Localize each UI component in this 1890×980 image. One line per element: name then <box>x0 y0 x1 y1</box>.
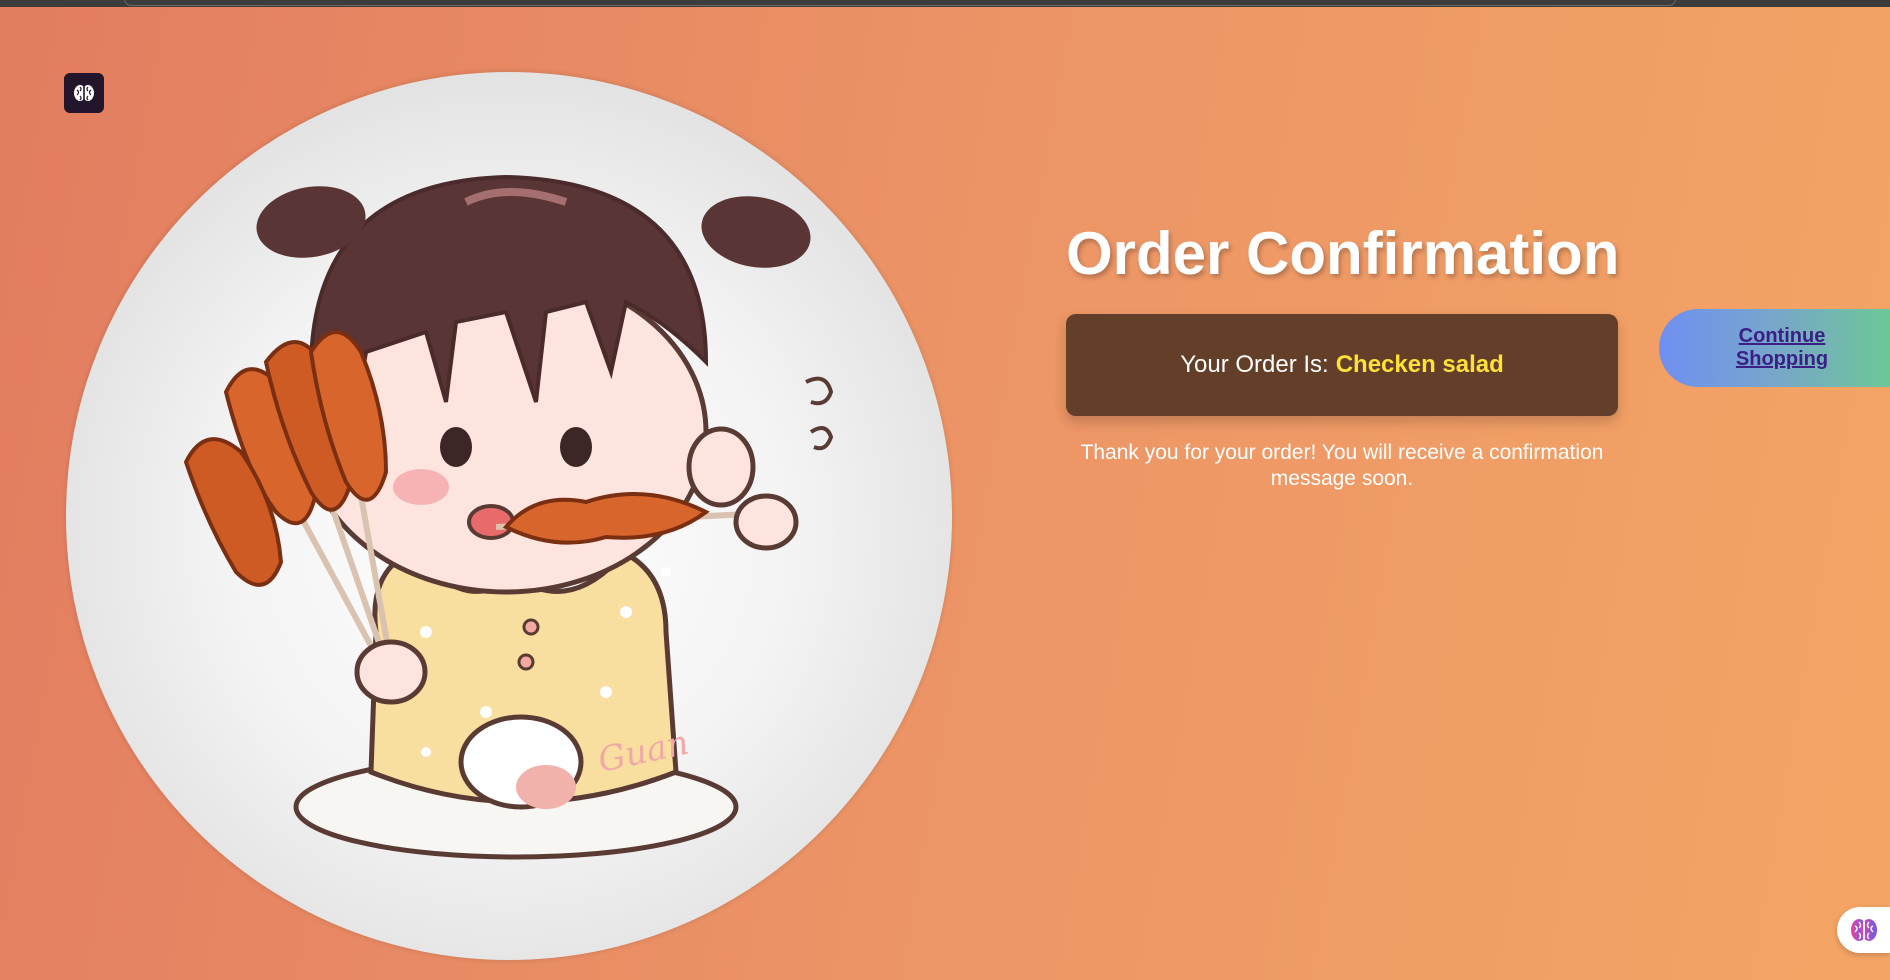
continue-shopping-button[interactable]: Continue Shopping <box>1659 309 1890 387</box>
brain-icon <box>1850 919 1877 941</box>
assistant-button[interactable] <box>1837 907 1890 953</box>
order-value: Checken salad <box>1335 351 1504 378</box>
food-illustration-plate: Guan <box>66 72 952 960</box>
thank-you-message: Thank you for your order! You will recei… <box>1080 441 1604 490</box>
browser-top-bar <box>0 0 1890 7</box>
browser-address-bar[interactable] <box>124 0 1676 6</box>
page-title: Order Confirmation <box>1066 220 1620 287</box>
continue-shopping-link[interactable]: Continue Shopping <box>1727 325 1837 371</box>
order-label: Your Order Is: <box>1180 351 1329 378</box>
child-eating-skewers-illustration: Guan <box>183 174 834 860</box>
order-confirmation-panel: Order Confirmation Your Order Is: Checke… <box>1066 218 1620 492</box>
order-summary-box: Your Order Is: Checken salad <box>1066 314 1618 416</box>
brain-icon[interactable] <box>64 73 104 113</box>
